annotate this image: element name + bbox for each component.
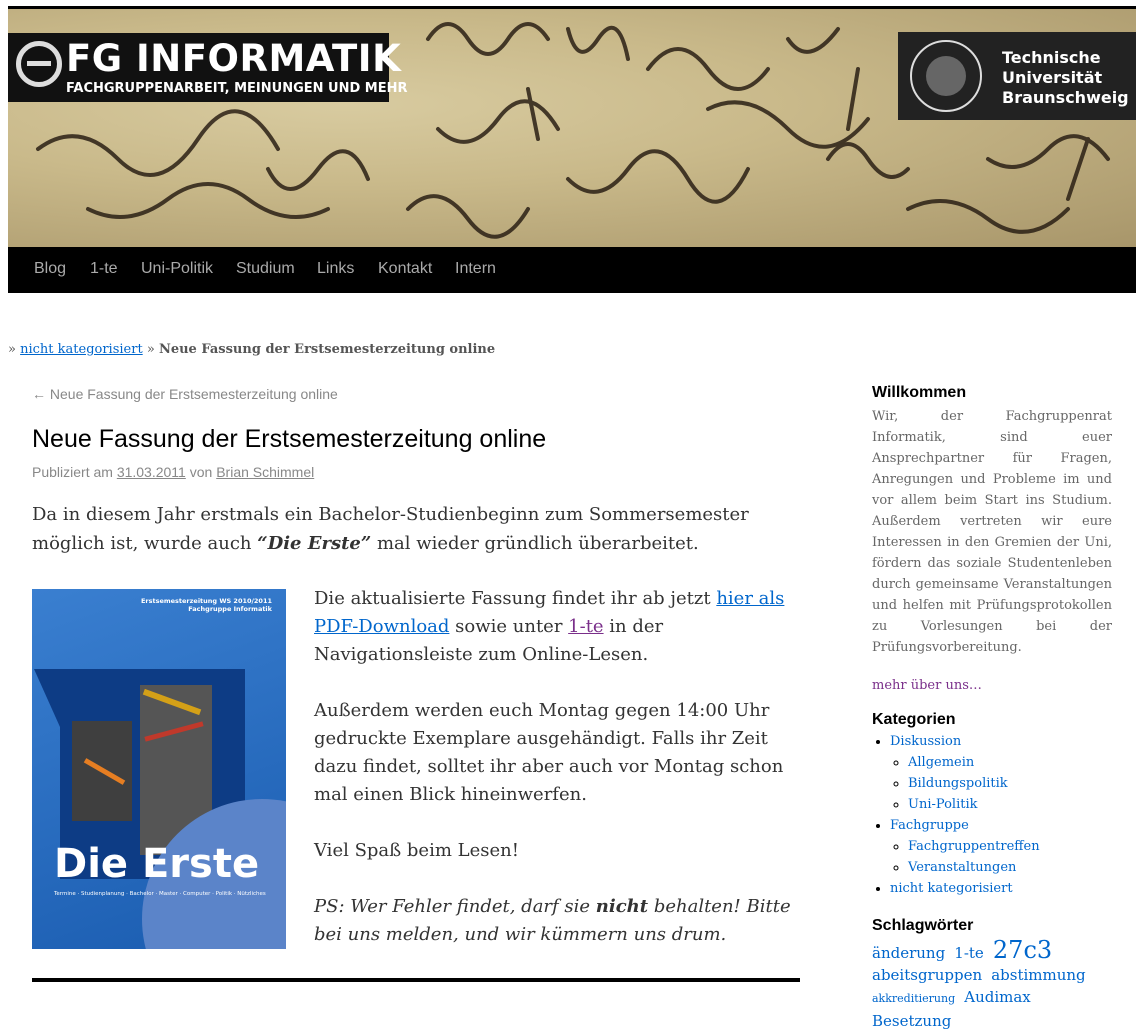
post-intro: Da in diesem Jahr erstmals ein Bachelor-… <box>32 500 792 558</box>
magazine-cover-image[interactable]: Erstsemesterzeitung WS 2010/2011 Fachgru… <box>32 589 286 949</box>
category-item: Fachgruppe Fachgruppentreffen Veranstalt… <box>890 815 1112 878</box>
post-paragraph: Außerdem werden euch Montag gegen 14:00 … <box>314 700 784 805</box>
nav-item-blog[interactable]: Blog <box>34 260 66 278</box>
left-arrow-icon: ← <box>32 386 46 402</box>
category-link-bildungspolitik[interactable]: Bildungspolitik <box>908 776 1008 791</box>
breadcrumb-category-link[interactable]: nicht kategorisiert <box>20 342 143 357</box>
fg-logo-icon <box>16 41 62 87</box>
cover-header: Erstsemesterzeitung WS 2010/2011 Fachgru… <box>32 597 272 613</box>
cover-header-line1: Erstsemesterzeitung WS 2010/2011 <box>140 597 272 605</box>
post-divider <box>32 978 800 982</box>
author-link[interactable]: Brian Schimmel <box>216 464 314 480</box>
post-body: Die aktualisierte Fassung findet ihr ab … <box>314 585 794 977</box>
category-item: Allgemein <box>908 752 1112 773</box>
university-name-line3: Braunschweig <box>1002 88 1129 107</box>
nav-item-uni-politik[interactable]: Uni-Politik <box>141 260 213 278</box>
intro-emphasis: “Die Erste” <box>257 533 372 554</box>
nav-item-kontakt[interactable]: Kontakt <box>378 260 432 278</box>
category-link-nicht-kategorisiert[interactable]: nicht kategorisiert <box>890 881 1013 896</box>
university-name-line1: Technische <box>1002 48 1101 67</box>
tags-title: Schlagwörter <box>872 917 974 934</box>
ps-text: PS: Wer Fehler findet, darf sie <box>314 896 596 917</box>
category-link-diskussion[interactable]: Diskussion <box>890 734 961 749</box>
university-name: Technische Universität Braunschweig <box>1002 48 1129 108</box>
ps-strong: nicht <box>595 896 649 917</box>
cover-title: Die Erste <box>54 841 260 887</box>
intro-text-b: mal wieder gründlich überarbeitet. <box>371 533 699 554</box>
previous-post-title: Neue Fassung der Erstsemesterzeitung onl… <box>49 386 338 402</box>
tag-link[interactable]: abstimmung <box>991 966 1085 984</box>
nav-item-links[interactable]: Links <box>317 260 354 278</box>
categories-title: Kategorien <box>872 711 956 728</box>
post-ps: PS: Wer Fehler findet, darf sie nicht be… <box>314 893 794 949</box>
tag-link[interactable]: abeitsgruppen <box>872 966 982 984</box>
welcome-title: Willkommen <box>872 384 967 401</box>
university-name-line2: Universität <box>1002 68 1103 87</box>
category-link-uni-politik[interactable]: Uni-Politik <box>908 797 978 812</box>
nav-item-intern[interactable]: Intern <box>455 260 496 278</box>
tag-link[interactable]: änderung <box>872 944 945 962</box>
logo-subtitle: FACHGRUPPENARBEIT, MEINUNGEN UND MEHR <box>66 81 408 96</box>
category-item: Bildungspolitik <box>908 773 1112 794</box>
university-seal-icon <box>910 40 982 112</box>
breadcrumb-current: Neue Fassung der Erstsemesterzeitung onl… <box>158 342 496 357</box>
cover-header-line2: Fachgruppe Informatik <box>188 605 272 613</box>
category-link-fachgruppentreffen[interactable]: Fachgruppentreffen <box>908 839 1040 854</box>
paragraph-text: sowie unter <box>449 616 569 637</box>
tag-cloud: änderung 1-te 27c3 abeitsgruppen abstimm… <box>872 936 1112 1032</box>
category-link-fachgruppe[interactable]: Fachgruppe <box>890 818 969 833</box>
sidebar: Willkommen Wir, der Fachgruppenrat Infor… <box>872 384 1112 1032</box>
breadcrumb-separator: » <box>146 342 155 357</box>
site-header: FG INFORMATIK FACHGRUPPENARBEIT, MEINUNG… <box>8 9 1136 247</box>
category-item: Uni-Politik <box>908 794 1112 815</box>
tag-link[interactable]: Audimax <box>964 988 1031 1006</box>
category-link-veranstaltungen[interactable]: Veranstaltungen <box>908 860 1016 875</box>
category-item: Veranstaltungen <box>908 857 1112 878</box>
fg-informatik-logo[interactable]: FG INFORMATIK FACHGRUPPENARBEIT, MEINUNG… <box>8 33 408 102</box>
tu-braunschweig-logo[interactable]: Technische Universität Braunschweig <box>898 32 1136 120</box>
nav-item-1-te[interactable]: 1-te <box>90 260 118 278</box>
tag-link[interactable]: Besetzung <box>872 1012 951 1030</box>
category-item: nicht kategorisiert <box>890 878 1112 899</box>
category-item: Fachgruppentreffen <box>908 836 1112 857</box>
main-navigation: Blog 1-te Uni-Politik Studium Links Kont… <box>8 247 1136 293</box>
category-link-allgemein[interactable]: Allgemein <box>908 755 974 770</box>
categories-list: Diskussion Allgemein Bildungspolitik Uni… <box>872 731 1112 899</box>
category-item: Diskussion Allgemein Bildungspolitik Uni… <box>890 731 1112 815</box>
nav-item-studium[interactable]: Studium <box>236 260 295 278</box>
tag-link[interactable]: 27c3 <box>993 936 1052 964</box>
paragraph-text: Die aktualisierte Fassung findet ihr ab … <box>314 588 717 609</box>
post-title: Neue Fassung der Erstsemesterzeitung onl… <box>32 425 547 453</box>
post-date-link[interactable]: 31.03.2011 <box>117 464 186 480</box>
welcome-text: Wir, der Fachgruppenrat Informatik, sind… <box>872 409 1112 655</box>
post-paragraph: Viel Spaß beim Lesen! <box>314 840 519 861</box>
tag-link[interactable]: 1-te <box>954 944 984 962</box>
breadcrumb-separator: » <box>8 342 16 357</box>
meta-prefix: Publiziert am <box>32 464 113 480</box>
more-about-us-link[interactable]: mehr über uns… <box>872 678 1112 693</box>
breadcrumb: » nicht kategorisiert » Neue Fassung der… <box>8 342 495 357</box>
post-meta: Publiziert am 31.03.2011 von Brian Schim… <box>32 464 314 480</box>
1-te-link[interactable]: 1-te <box>568 616 603 637</box>
cover-subtitle: Termine · Studienplanung · Bachelor · Ma… <box>54 891 266 897</box>
post-paragraph: Die aktualisierte Fassung findet ihr ab … <box>314 585 794 669</box>
previous-post-link[interactable]: ← Neue Fassung der Erstsemesterzeitung o… <box>32 386 338 402</box>
logo-title: FG INFORMATIK <box>66 37 402 80</box>
meta-by: von <box>189 464 213 480</box>
